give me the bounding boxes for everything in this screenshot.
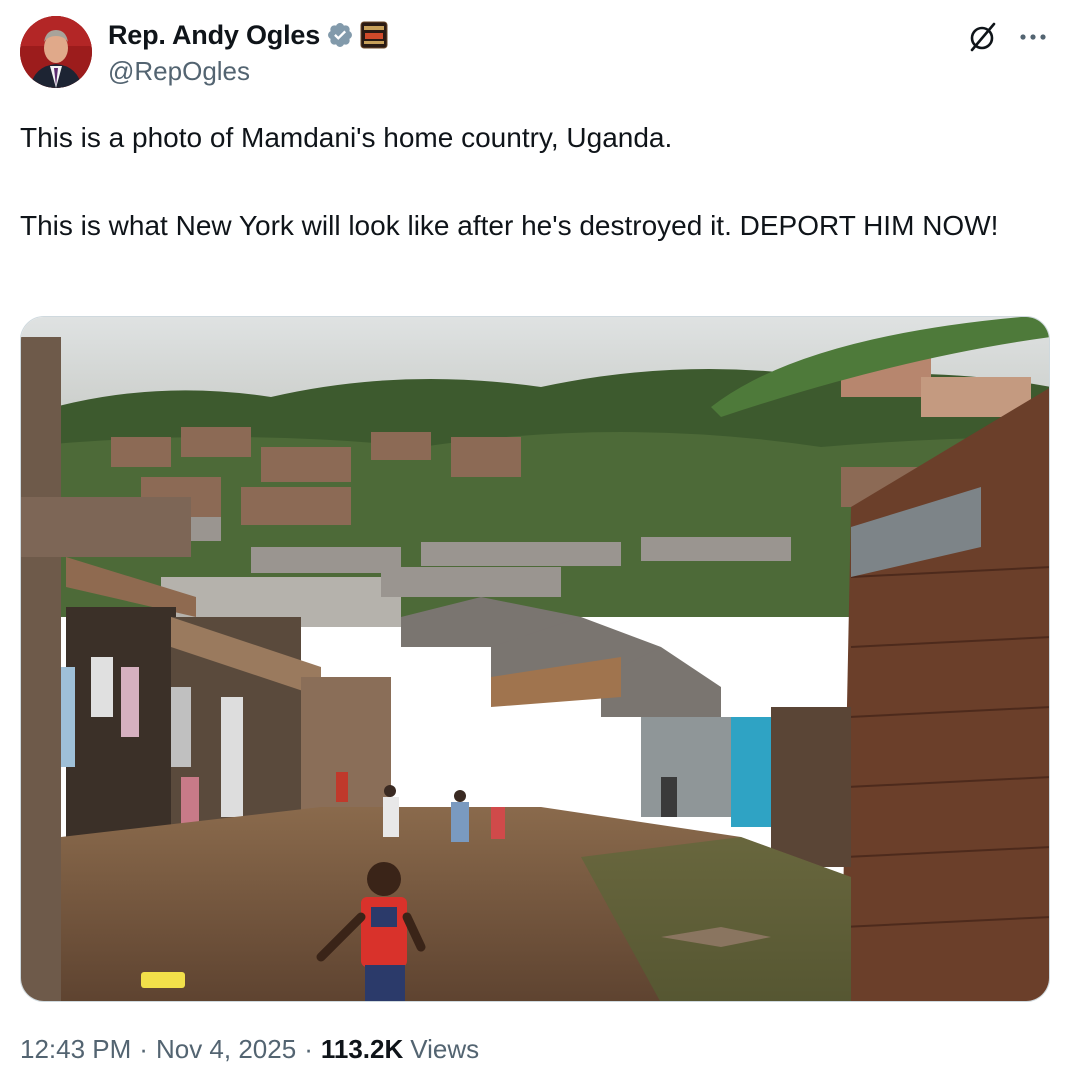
avatar[interactable] xyxy=(20,16,92,88)
avatar-image xyxy=(20,16,92,88)
meta-separator-2: · xyxy=(304,1034,313,1064)
tweet-text: This is a photo of Mamdani's home countr… xyxy=(20,116,1040,248)
tweet-paragraph-2: This is what New York will look like aft… xyxy=(20,210,999,241)
house-badge-icon[interactable] xyxy=(360,21,388,49)
tweet-meta: 12:43 PM · Nov 4, 2025 · 113.2K Views xyxy=(20,1034,479,1065)
author-handle[interactable]: @RepOgles xyxy=(108,56,250,87)
photo-image xyxy=(21,317,1049,1001)
tweet-paragraph-1: This is a photo of Mamdani's home countr… xyxy=(20,122,673,153)
tweet-time[interactable]: 12:43 PM xyxy=(20,1034,131,1065)
views-count[interactable]: 113.2K xyxy=(321,1034,403,1065)
views-label: Views xyxy=(410,1034,480,1064)
tweet-date[interactable]: Nov 4, 2025 xyxy=(156,1034,296,1065)
more-icon[interactable] xyxy=(1016,22,1050,52)
verified-badge-icon[interactable] xyxy=(326,21,354,49)
author-name-row: Rep. Andy Ogles xyxy=(108,18,388,52)
meta-separator-1: · xyxy=(139,1034,148,1064)
grok-icon[interactable] xyxy=(966,20,1000,54)
tweet-photo[interactable] xyxy=(20,316,1050,1002)
display-name[interactable]: Rep. Andy Ogles xyxy=(108,20,320,51)
